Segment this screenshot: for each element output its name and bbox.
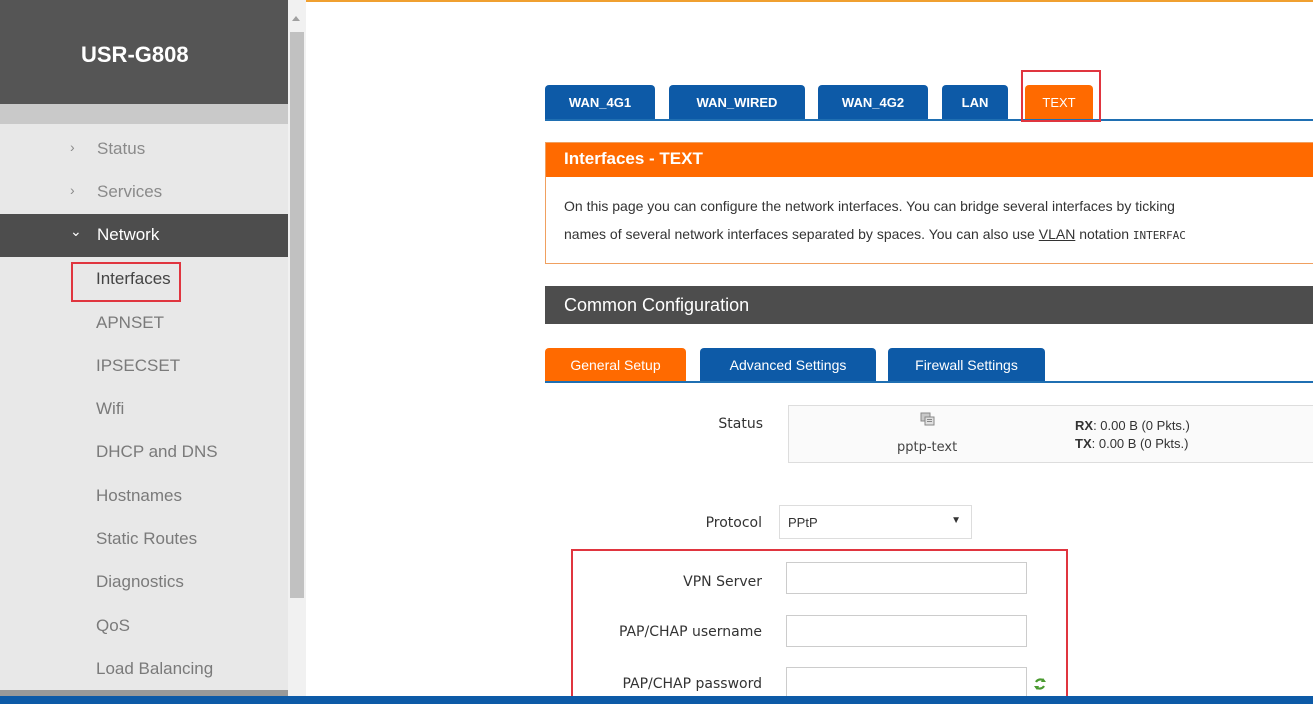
rx-stat: RX: 0.00 B (0 Pkts.) [1075, 418, 1190, 433]
sidebar-subitem-qos[interactable]: QoS [96, 616, 130, 636]
status-label: Status [718, 416, 763, 432]
sidebar-item-label: Network [97, 225, 160, 244]
interfaces-header: Interfaces - TEXT [546, 143, 1313, 177]
desc-text: notation [1075, 226, 1133, 242]
protocol-selected-value: PPtP [788, 515, 818, 530]
device-name: pptp-text [897, 440, 958, 455]
rx-label: RX [1075, 418, 1094, 433]
sidebar-subitem-wifi[interactable]: Wifi [96, 399, 124, 419]
interfaces-description-line2: names of several network interfaces sepa… [564, 226, 1186, 242]
chevron-down-icon: ⌄ [70, 223, 82, 239]
tabs-underline [545, 119, 1313, 121]
sidebar-subitem-static-routes[interactable]: Static Routes [96, 529, 197, 549]
protocol-select[interactable]: PPtP ▼ [779, 505, 972, 539]
common-configuration-header: Common Configuration [545, 286, 1313, 324]
brand-strip [0, 104, 288, 124]
sidebar-scrollbar[interactable] [288, 0, 306, 704]
common-configuration-title: Common Configuration [564, 295, 750, 315]
subtabs-underline [545, 381, 1313, 383]
sidebar-subitem-ipsecset[interactable]: IPSECSET [96, 356, 180, 376]
interfaces-panel: Interfaces - TEXT On this page you can c… [545, 142, 1313, 264]
sidebar-subitem-diagnostics[interactable]: Diagnostics [96, 572, 184, 592]
tab-wan-4g2[interactable]: WAN_4G2 [818, 85, 928, 119]
bottom-status-bar [0, 696, 1313, 704]
sidebar: USR-G808 › Status › Services ⌄ Network I… [0, 0, 288, 704]
desc-code: INTERFAC [1132, 229, 1186, 242]
tab-general-setup[interactable]: General Setup [545, 348, 686, 381]
sidebar-item-label: Status [97, 139, 146, 158]
scroll-thumb[interactable] [290, 32, 304, 598]
tab-wan-4g1[interactable]: WAN_4G1 [545, 85, 655, 119]
sidebar-subitem-load-balancing[interactable]: Load Balancing [96, 659, 213, 679]
sidebar-subitem-hostnames[interactable]: Hostnames [96, 486, 182, 506]
sidebar-item-label: Services [97, 182, 163, 201]
tab-wan-wired[interactable]: WAN_WIRED [669, 85, 805, 119]
interfaces-title: Interfaces - TEXT [564, 149, 703, 168]
scroll-up-arrow-icon[interactable] [292, 16, 300, 21]
tab-advanced-settings[interactable]: Advanced Settings [700, 348, 876, 381]
chevron-right-icon: › [70, 182, 75, 198]
desc-text: names of several network interfaces sepa… [564, 226, 1039, 242]
highlight-box-vpn-fields [571, 549, 1068, 704]
highlight-box-text-tab [1021, 70, 1101, 122]
chevron-right-icon: › [70, 139, 75, 155]
rx-value: : 0.00 B (0 Pkts.) [1093, 418, 1190, 433]
dropdown-arrow-icon: ▼ [951, 515, 961, 526]
status-panel: pptp-text RX: 0.00 B (0 Pkts.) TX: 0.00 … [788, 405, 1313, 463]
tab-firewall-settings[interactable]: Firewall Settings [888, 348, 1045, 381]
sidebar-subitem-dhcp-dns[interactable]: DHCP and DNS [96, 442, 218, 462]
sidebar-item-services[interactable]: › Services [0, 171, 288, 214]
sidebar-subitem-apnset[interactable]: APNSET [96, 313, 164, 333]
interfaces-description-line1: On this page you can configure the netwo… [564, 198, 1175, 214]
tab-lan[interactable]: LAN [942, 85, 1008, 119]
tx-stat: TX: 0.00 B (0 Pkts.) [1075, 436, 1188, 451]
tx-label: TX [1075, 436, 1092, 451]
sidebar-item-network[interactable]: ⌄ Network [0, 214, 288, 257]
tx-value: : 0.00 B (0 Pkts.) [1091, 436, 1189, 451]
sidebar-item-status[interactable]: › Status [0, 128, 288, 171]
protocol-label: Protocol [705, 515, 762, 531]
vlan-abbr: VLAN [1038, 226, 1076, 242]
network-device-icon [920, 412, 935, 426]
brand-header: USR-G808 [0, 0, 288, 104]
highlight-box-interfaces [71, 262, 181, 302]
app-title: USR-G808 [81, 42, 189, 67]
